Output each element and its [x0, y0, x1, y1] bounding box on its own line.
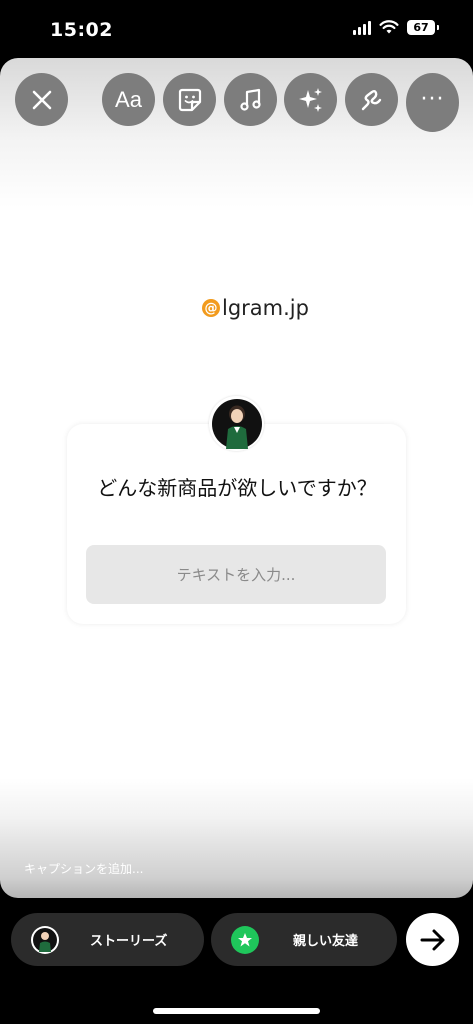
- stories-label: ストーリーズ: [90, 934, 168, 949]
- sticker-icon: [178, 88, 201, 111]
- close-friends-label: 親しい友達: [293, 934, 359, 949]
- home-indicator: [153, 1008, 320, 1014]
- effects-button[interactable]: [284, 73, 337, 126]
- answer-input[interactable]: テキストを入力...: [86, 545, 386, 604]
- signal-icon: [353, 20, 371, 35]
- close-icon: [32, 90, 51, 109]
- avatar: [31, 925, 59, 954]
- story-canvas[interactable]: Aa ··· @ lgram.jp どんな新商品が欲しいですか？ テキストを入力…: [0, 58, 473, 898]
- avatar: [211, 398, 262, 449]
- sticker-button[interactable]: [163, 73, 216, 126]
- question-text: どんな新商品が欲しいですか？: [97, 476, 377, 500]
- battery-icon: 67: [407, 20, 439, 35]
- music-button[interactable]: [224, 73, 277, 126]
- share-stories-button[interactable]: ストーリーズ: [11, 913, 204, 966]
- music-icon: [239, 88, 261, 111]
- more-options-button[interactable]: ···: [406, 73, 459, 132]
- threads-icon: @: [202, 299, 220, 317]
- text-tool-button[interactable]: Aa: [102, 73, 155, 126]
- profile-avatar: [33, 927, 57, 952]
- question-sticker[interactable]: どんな新商品が欲しいですか？ テキストを入力...: [67, 424, 406, 624]
- star-shape: [238, 932, 252, 946]
- draw-button[interactable]: [345, 73, 398, 126]
- wifi-icon: [379, 20, 399, 34]
- status-time: 15:02: [50, 19, 113, 41]
- brand-watermark: @ lgram.jp: [202, 296, 309, 320]
- status-icons: 67: [353, 20, 439, 35]
- share-close-friends-button[interactable]: 親しい友達: [211, 913, 397, 966]
- arrow-right-icon: [420, 929, 444, 950]
- sparkle-icon: [298, 87, 322, 112]
- squiggle-icon: [361, 89, 381, 110]
- caption-input[interactable]: キャプションを追加...: [24, 860, 143, 877]
- status-bar: 15:02 67: [0, 0, 473, 58]
- next-button[interactable]: [406, 913, 459, 966]
- question-sticker-avatar: [209, 396, 264, 451]
- close-button[interactable]: [15, 73, 68, 126]
- brand-text: lgram.jp: [222, 296, 309, 320]
- star-icon: [231, 925, 259, 954]
